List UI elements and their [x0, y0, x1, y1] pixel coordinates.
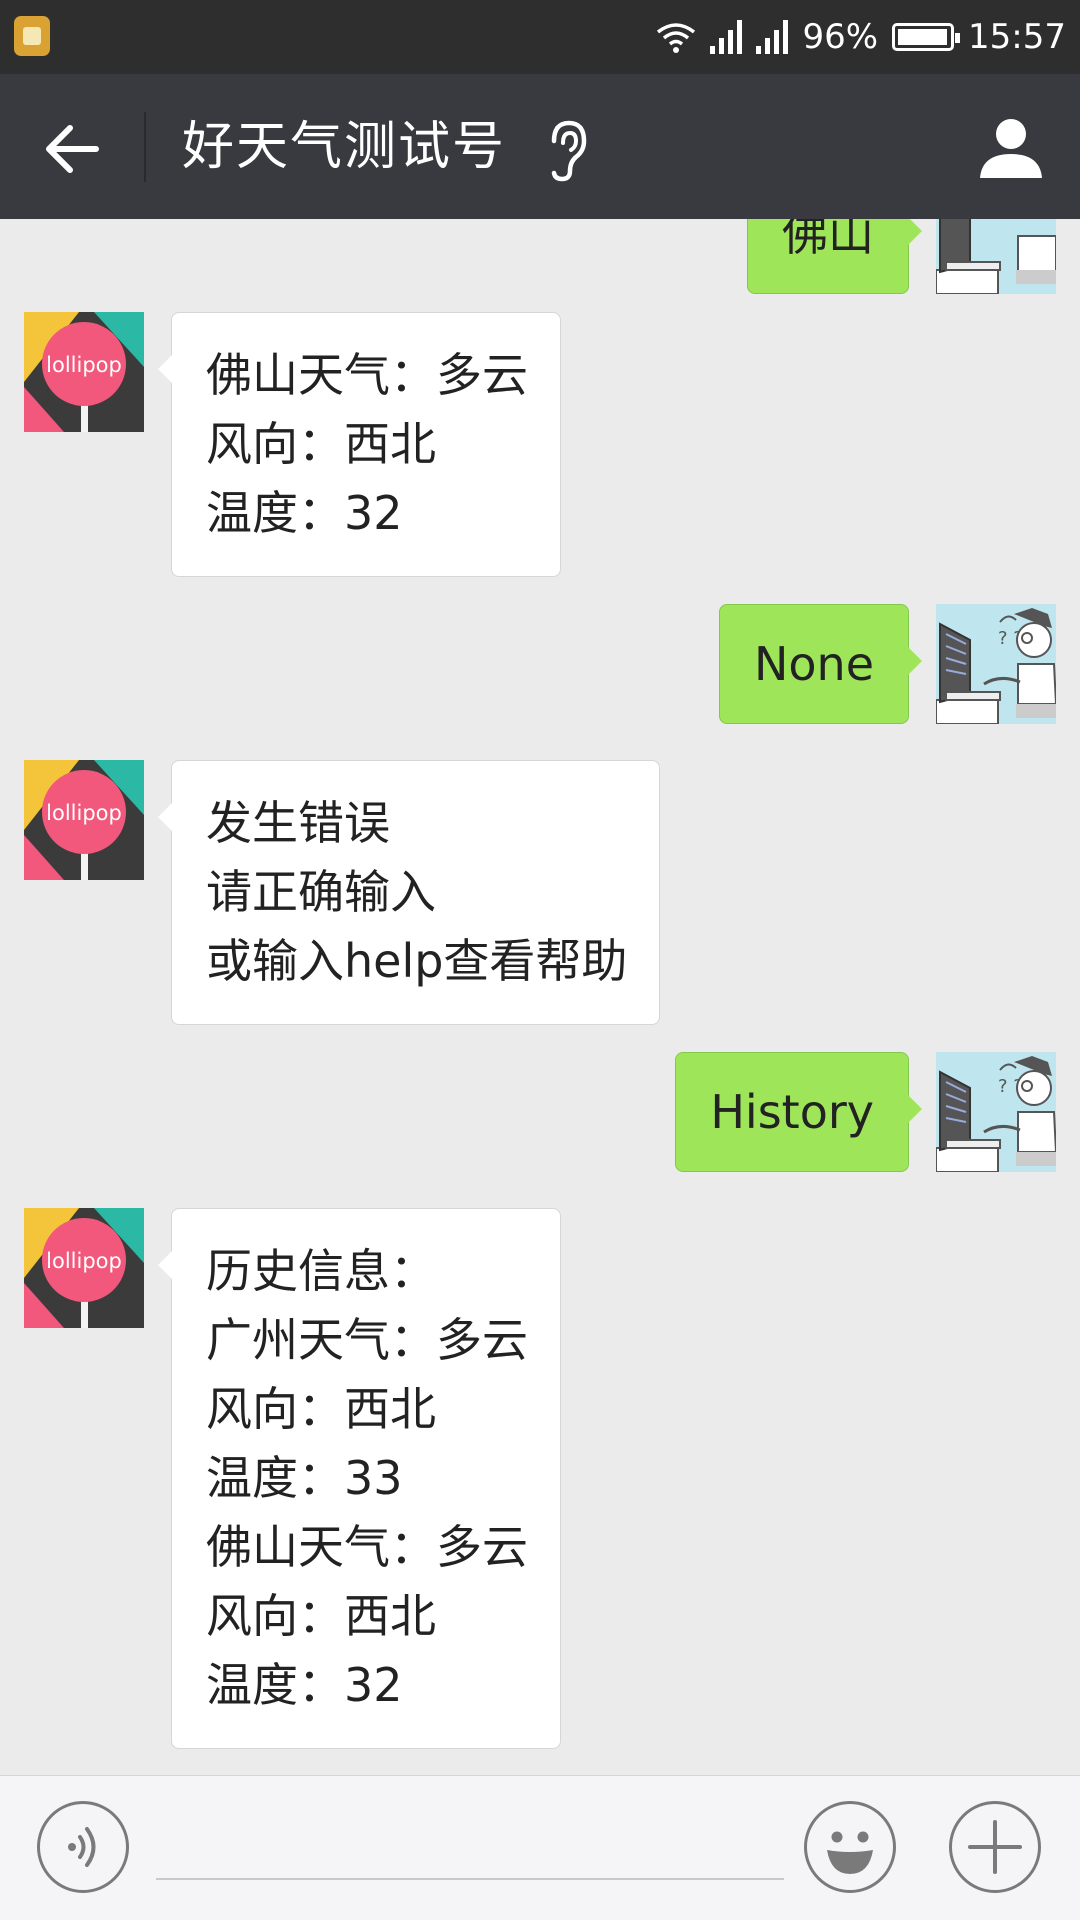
bot-avatar[interactable]: lollipop [24, 760, 144, 880]
received-message[interactable]: 历史信息： 广州天气：多云 风向：西北 温度：33 佛山天气：多云 风向：西北 … [158, 1208, 561, 1749]
message-line: 风向：西北 [206, 417, 436, 471]
message-line: 风向：西北 [206, 1382, 436, 1436]
bot-avatar[interactable]: lollipop [24, 312, 144, 432]
chat-title: 好天气测试号 [182, 117, 507, 177]
lollipop-avatar-icon: lollipop [24, 760, 144, 880]
plus-icon [968, 1820, 1022, 1874]
status-indicators: 96% 15:57 [656, 0, 1066, 74]
message-line: 发生错误 [206, 796, 390, 850]
status-bar: 96% 15:57 [0, 0, 1080, 74]
signal-icon [756, 20, 789, 54]
message-input[interactable] [156, 1816, 784, 1880]
user-avatar[interactable] [936, 219, 1056, 294]
message-line: 佛山天气：多云 [206, 1520, 528, 1574]
received-message[interactable]: 发生错误 请正确输入 或输入help查看帮助 [157, 760, 661, 1025]
message-list[interactable]: 佛山 lollipop 佛山天气：多云 风向：西北 温度：32 None ? ?… [0, 219, 1080, 1775]
message-line: 广州天气：多云 [206, 1313, 528, 1367]
back-arrow-icon[interactable] [38, 114, 108, 184]
sent-message[interactable]: History [675, 1052, 922, 1172]
signal-icon [710, 20, 743, 54]
programmer-avatar-icon: ? ? [936, 1052, 1056, 1172]
message-text: History [710, 1085, 874, 1139]
profile-icon[interactable] [976, 112, 1046, 182]
programmer-avatar-icon [936, 219, 1056, 294]
lollipop-label: lollipop [46, 1249, 122, 1273]
voice-icon [68, 1827, 96, 1867]
message-line: 或输入help查看帮助 [206, 934, 628, 988]
lollipop-avatar-icon: lollipop [24, 312, 144, 432]
emoji-icon [827, 1831, 873, 1874]
ear-icon [551, 120, 587, 182]
more-button[interactable] [949, 1801, 1041, 1893]
message-text: None [753, 637, 874, 691]
battery-percent: 96% [802, 17, 879, 57]
emoji-button[interactable] [804, 1801, 896, 1893]
bot-avatar[interactable]: lollipop [24, 1208, 144, 1328]
message-line: 佛山天气：多云 [206, 348, 528, 402]
message-line: 温度：32 [206, 1658, 403, 1712]
lollipop-label: lollipop [46, 801, 122, 825]
input-bar [0, 1775, 1080, 1920]
received-message[interactable]: 佛山天气：多云 风向：西北 温度：32 [158, 312, 561, 577]
message-line: 温度：32 [206, 486, 403, 540]
message-line: 温度：33 [206, 1451, 403, 1505]
sent-message[interactable]: 佛山 [747, 219, 922, 294]
user-avatar[interactable]: ? ? [936, 1052, 1056, 1172]
lollipop-label: lollipop [46, 353, 122, 377]
programmer-avatar-icon: ? ? [936, 604, 1056, 724]
lollipop-avatar-icon: lollipop [24, 1208, 144, 1328]
voice-button[interactable] [37, 1801, 129, 1893]
sent-message[interactable]: None [718, 604, 923, 724]
app-notification-icon [14, 16, 50, 56]
message-line: 请正确输入 [206, 865, 436, 919]
chat-header: 好天气测试号 [0, 74, 1080, 219]
user-avatar[interactable]: ? ? [936, 604, 1056, 724]
wifi-icon [657, 23, 696, 53]
message-text: 佛山 [782, 219, 874, 261]
battery-icon [892, 23, 961, 51]
header-divider [144, 112, 146, 182]
message-line: 风向：西北 [206, 1589, 436, 1643]
clock: 15:57 [968, 17, 1066, 57]
message-line: 历史信息： [206, 1244, 436, 1298]
